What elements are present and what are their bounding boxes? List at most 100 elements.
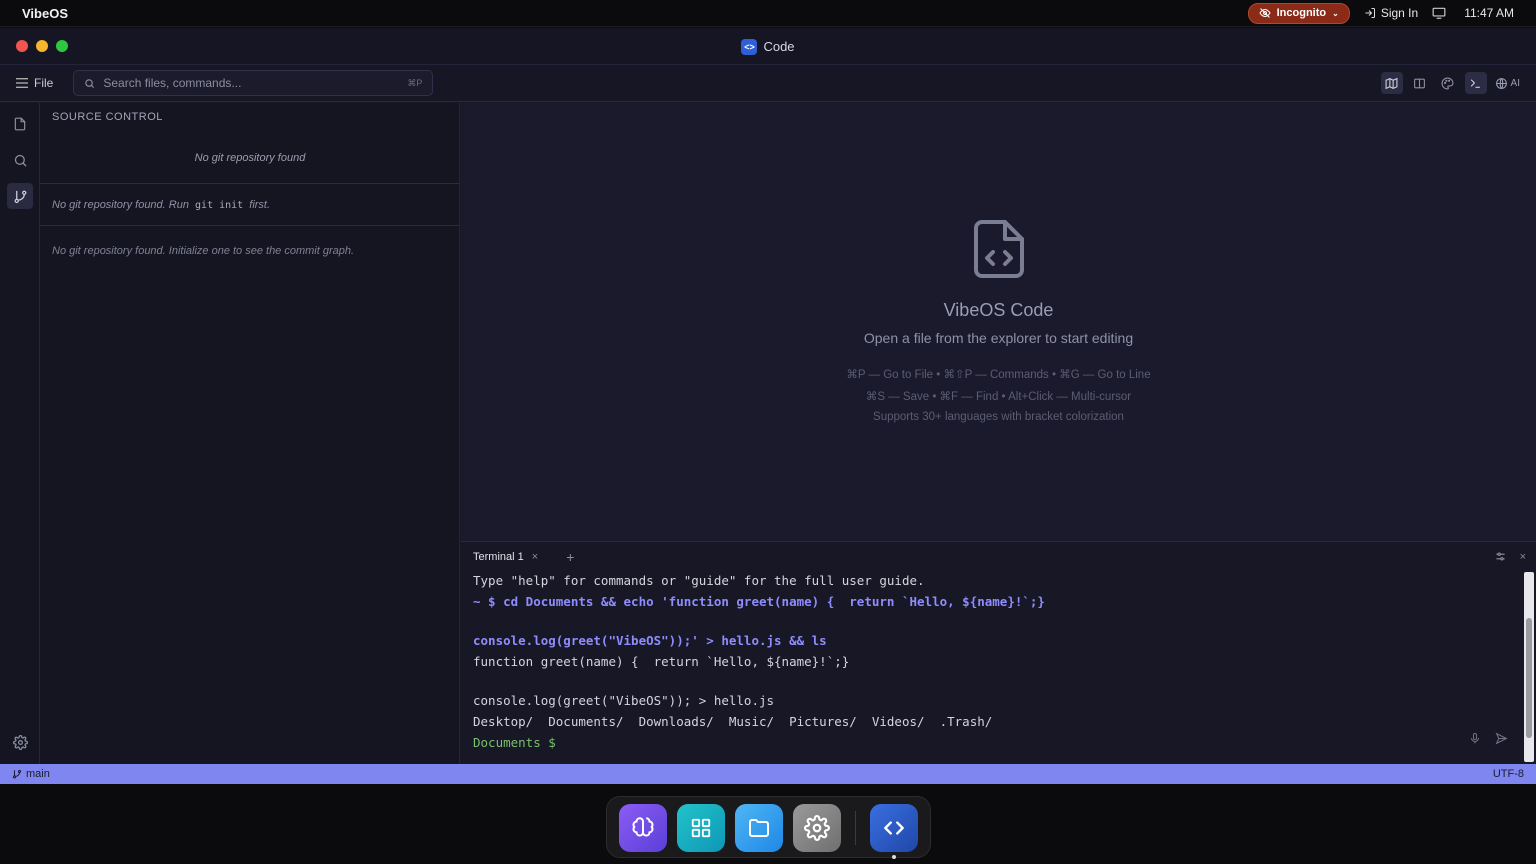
terminal-line: Type "help" for commands or "guide" for …: [473, 573, 925, 588]
ai-button[interactable]: AI: [1495, 77, 1520, 90]
shortcut-hint: ⌘S — Save • ⌘F — Find • Alt+Click — Mult…: [865, 391, 1132, 403]
branch-indicator[interactable]: main: [12, 768, 50, 780]
explorer-button[interactable]: [7, 111, 33, 137]
microphone-icon[interactable]: [1469, 732, 1481, 745]
code-app-icon: <>: [741, 38, 758, 55]
code-icon: [884, 821, 904, 835]
incognito-label: Incognito: [1276, 7, 1327, 19]
search-shortcut: ⌘P: [407, 77, 423, 88]
command-search-input[interactable]: Search files, commands... ⌘P: [73, 70, 434, 96]
divider: [40, 225, 460, 226]
globe-icon: [1495, 77, 1507, 89]
dock: [606, 796, 931, 859]
git-init-code: git init: [195, 200, 244, 211]
theme-button[interactable]: [1437, 72, 1459, 94]
system-menubar: VibeOS Incognito ⌄ Sign In 11:47 AM: [0, 0, 1536, 27]
file-menu-button[interactable]: File: [16, 76, 53, 90]
file-icon: [14, 117, 26, 131]
commit-graph-message: No git repository found. Initialize one …: [52, 245, 355, 257]
running-indicator: [892, 855, 896, 859]
terminal-line: Desktop/ Documents/ Downloads/ Music/ Pi…: [473, 714, 993, 729]
code-window: <> Code File Search files, commands... ⌘…: [0, 28, 1536, 784]
terminal-prompt[interactable]: Documents $: [473, 732, 1513, 753]
git-init-message-suffix: first.: [249, 199, 271, 211]
map-icon: [1385, 77, 1398, 89]
git-init-message-prefix: No git repository found. Run: [52, 199, 189, 211]
terminal-scrollbar[interactable]: [1524, 572, 1534, 762]
git-init-message: No git repository found. Run git init fi…: [52, 199, 270, 211]
terminal-icon: [1470, 78, 1480, 88]
close-terminal-button[interactable]: ×: [1520, 551, 1526, 563]
window-title: <> Code: [0, 28, 1536, 65]
editor-toolbar: File Search files, commands... ⌘P AI: [0, 65, 1536, 102]
dock-separator: [855, 811, 856, 845]
close-icon[interactable]: ×: [532, 551, 538, 563]
terminal-tab-bar: Terminal 1 × + ×: [461, 542, 1536, 572]
terminal-toggle-button[interactable]: [1464, 72, 1487, 94]
grid-icon: [691, 818, 711, 838]
search-icon: [14, 154, 27, 167]
terminal-tab[interactable]: Terminal 1 ×: [473, 551, 538, 563]
divider: [40, 183, 460, 184]
ai-label: AI: [1510, 77, 1520, 89]
search-placeholder: Search files, commands...: [103, 76, 242, 90]
status-bar: main UTF-8: [0, 764, 1536, 784]
gear-icon: [12, 734, 28, 750]
terminal-line: console.log(greet("VibeOS")); > hello.js: [473, 693, 775, 708]
settings-button[interactable]: [7, 729, 33, 755]
terminal-panel: Terminal 1 × + × Type "help" for command…: [461, 541, 1536, 764]
new-terminal-button[interactable]: +: [566, 549, 574, 565]
shortcut-hint: ⌘P — Go to File • ⌘⇧P — Commands • ⌘G — …: [846, 369, 1151, 381]
terminal-tab-label: Terminal 1: [473, 551, 524, 563]
send-icon[interactable]: [1495, 732, 1508, 745]
incognito-icon: [1259, 8, 1271, 18]
incognito-button[interactable]: Incognito ⌄: [1247, 2, 1350, 24]
terminal-command-line: console.log(greet("VibeOS"));' > hello.j…: [473, 633, 827, 648]
code-file-icon: [974, 220, 1024, 278]
dock-ai-brain-app[interactable]: [619, 804, 667, 852]
sign-in-button[interactable]: Sign In: [1364, 6, 1418, 20]
no-repo-message: No git repository found: [194, 152, 306, 164]
scrollbar-thumb[interactable]: [1526, 618, 1532, 738]
chevron-down-icon: ⌄: [1332, 8, 1339, 18]
source-control-button[interactable]: [7, 183, 33, 209]
search-icon: [85, 78, 95, 88]
brain-icon: [632, 817, 654, 837]
dock-settings-app[interactable]: [793, 804, 841, 852]
git-branch-icon: [14, 190, 26, 203]
sign-in-label: Sign In: [1380, 6, 1419, 20]
git-branch-icon: [12, 769, 22, 779]
dock-files-app[interactable]: [735, 804, 783, 852]
dock-apps-launcher[interactable]: [677, 804, 725, 852]
display-icon[interactable]: [1432, 7, 1446, 19]
folder-icon: [749, 819, 769, 837]
terminal-command-line: ~ $ cd Documents && echo 'function greet…: [473, 594, 1045, 609]
split-editor-button[interactable]: [1409, 72, 1431, 94]
hamburger-icon: [16, 78, 28, 88]
editor-area: VibeOS Code Open a file from the explore…: [461, 103, 1536, 541]
welcome-subtitle: Open a file from the explorer to start e…: [863, 330, 1134, 346]
terminal-line: function greet(name) { return `Hello, ${…: [473, 654, 850, 669]
dock-code-app[interactable]: [870, 804, 918, 852]
os-brand[interactable]: VibeOS: [22, 6, 68, 21]
sliders-icon[interactable]: [1495, 551, 1506, 562]
search-panel-button[interactable]: [7, 147, 33, 173]
source-control-panel: SOURCE CONTROL No git repository found N…: [40, 103, 460, 764]
clock: 11:47 AM: [1464, 6, 1514, 20]
encoding-indicator[interactable]: UTF-8: [1493, 768, 1524, 780]
palette-icon: [1441, 77, 1454, 89]
panel-title: SOURCE CONTROL: [52, 111, 163, 123]
window-titlebar: <> Code: [0, 28, 1536, 65]
feature-hint: Supports 30+ languages with bracket colo…: [873, 411, 1124, 423]
window-title-label: Code: [763, 39, 795, 54]
file-menu-label: File: [34, 76, 54, 90]
branch-name: main: [26, 768, 50, 780]
welcome-title: VibeOS Code: [943, 300, 1054, 320]
minimap-toggle-button[interactable]: [1380, 72, 1403, 94]
split-icon: [1414, 78, 1425, 88]
activity-bar: [0, 103, 40, 764]
terminal-output[interactable]: Type "help" for commands or "guide" for …: [473, 570, 1513, 753]
gear-icon: [804, 815, 830, 841]
